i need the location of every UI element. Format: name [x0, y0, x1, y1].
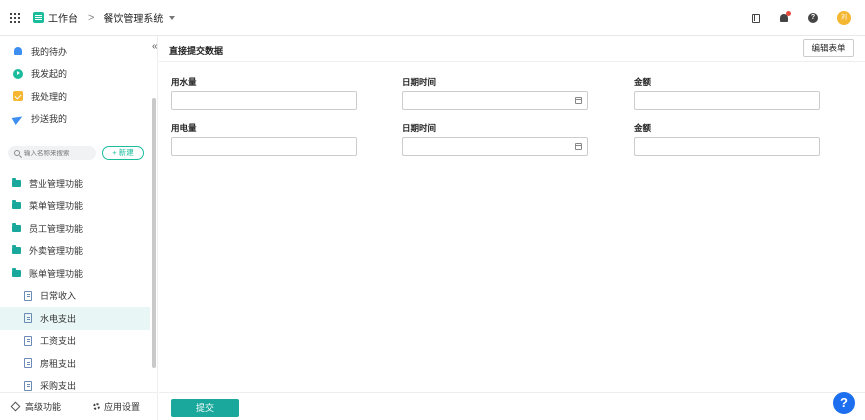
calendar-icon: [575, 143, 582, 150]
folder-label: 菜单管理功能: [29, 201, 84, 212]
field-amount: 金额: [634, 76, 820, 110]
send-icon: [11, 112, 24, 125]
nav-item-todo[interactable]: 我的待办: [0, 40, 157, 63]
form-item-active[interactable]: 水电支出: [0, 307, 150, 330]
electricity-usage-input[interactable]: [171, 137, 357, 156]
field-label: 金额: [634, 77, 652, 87]
folder-item[interactable]: 账单管理功能: [0, 262, 150, 285]
form-file-icon: [24, 358, 32, 369]
apps-grid-icon[interactable]: [10, 12, 20, 23]
field-amount: 金额: [634, 122, 820, 156]
cube-icon: [10, 401, 21, 412]
edit-form-button[interactable]: 编辑表单: [803, 39, 854, 57]
book-icon[interactable]: [752, 13, 760, 23]
bell-icon: [12, 46, 23, 57]
search-input[interactable]: [24, 149, 94, 157]
form-item[interactable]: 房租支出: [0, 352, 150, 375]
amount-input[interactable]: [634, 91, 820, 110]
app-settings-button[interactable]: 应用设置: [61, 400, 140, 413]
form-label: 采购支出: [40, 381, 77, 392]
folder-icon: [12, 245, 21, 255]
search-box[interactable]: [8, 146, 96, 160]
form-footer: 提交: [159, 392, 865, 420]
folder-label: 账单管理功能: [29, 268, 84, 279]
avatar[interactable]: 刘: [837, 11, 851, 25]
calendar-icon: [575, 97, 582, 104]
field-label: 日期时间: [402, 123, 437, 133]
new-button[interactable]: + 新建: [102, 146, 144, 160]
chevron-down-icon[interactable]: [169, 15, 176, 20]
field-electricity-usage: 用电量: [171, 122, 357, 156]
form-file-icon: [24, 335, 32, 346]
collapse-sidebar-icon[interactable]: «: [152, 41, 158, 52]
field-label: 用水量: [171, 77, 197, 87]
form-item[interactable]: 日常收入: [0, 285, 150, 308]
folder-icon: [12, 177, 21, 187]
field-datetime: 日期时间: [402, 122, 588, 156]
form-file-icon: [24, 313, 32, 324]
folder-icon: [12, 222, 21, 232]
search-icon: [14, 150, 20, 156]
nav-item-label: 抄送我的: [31, 114, 68, 125]
main-content: 直接提交数据 编辑表单 用水量 日期时间 金额 用电量 日期时间 金额 提交 ?: [159, 36, 865, 420]
help-icon[interactable]: ?: [808, 13, 818, 23]
form-label: 日常收入: [40, 291, 77, 302]
water-usage-input[interactable]: [171, 91, 357, 110]
advanced-label: 高级功能: [25, 402, 62, 412]
folder-label: 员工管理功能: [29, 223, 84, 234]
nav-item-initiated[interactable]: 我发起的: [0, 63, 157, 86]
sidebar: 我的待办 我发起的 我处理的 抄送我的 + 新建 营业管理功能 菜单管理功能: [0, 36, 158, 420]
advanced-features-button[interactable]: 高级功能: [0, 400, 61, 413]
app-logo-icon: [33, 12, 44, 23]
field-label: 用电量: [171, 123, 197, 133]
field-datetime: 日期时间: [402, 76, 588, 110]
breadcrumb-separator: >: [88, 11, 95, 24]
system-name[interactable]: 餐饮管理系统: [103, 10, 163, 25]
form-label: 房租支出: [40, 358, 77, 369]
form-label: 工资支出: [40, 336, 77, 347]
search-row: + 新建: [8, 146, 148, 160]
form-file-icon: [24, 380, 32, 391]
page-title: 直接提交数据: [169, 46, 224, 56]
workspace-link[interactable]: 工作台: [48, 10, 78, 25]
folder-item[interactable]: 外卖管理功能: [0, 240, 150, 263]
field-label: 金额: [634, 123, 652, 133]
folder-label: 营业管理功能: [29, 178, 84, 189]
datetime-input[interactable]: [402, 91, 588, 110]
nav-item-handled[interactable]: 我处理的: [0, 85, 157, 108]
field-label: 日期时间: [402, 77, 437, 87]
folder-item[interactable]: 营业管理功能: [0, 172, 150, 195]
form-file-icon: [24, 290, 32, 301]
check-icon: [12, 91, 23, 102]
app-tree: 营业管理功能 菜单管理功能 员工管理功能 外卖管理功能 账单管理功能 日常收入 …: [0, 172, 150, 397]
folder-icon: [12, 267, 21, 277]
amount-input[interactable]: [634, 137, 820, 156]
folder-item[interactable]: 菜单管理功能: [0, 195, 150, 218]
nav-item-label: 我处理的: [31, 91, 68, 102]
sidebar-footer: 高级功能 应用设置: [0, 392, 157, 420]
sidebar-scrollbar[interactable]: [152, 98, 156, 368]
folder-icon: [12, 200, 21, 210]
settings-label: 应用设置: [104, 402, 141, 412]
top-right-tools: ? 刘: [752, 0, 865, 36]
help-fab-icon[interactable]: ?: [833, 392, 855, 414]
nav-item-cc[interactable]: 抄送我的: [0, 108, 157, 131]
nav-item-label: 我发起的: [31, 69, 68, 80]
folder-item[interactable]: 员工管理功能: [0, 217, 150, 240]
field-water-usage: 用水量: [171, 76, 357, 110]
folder-label: 外卖管理功能: [29, 246, 84, 257]
top-bar: 工作台 > 餐饮管理系统 ? 刘: [0, 0, 865, 36]
gear-icon: [93, 403, 101, 410]
nav-item-label: 我的待办: [31, 46, 68, 57]
play-icon: [12, 68, 23, 79]
notification-bell-icon[interactable]: [780, 11, 791, 22]
datetime-input[interactable]: [402, 137, 588, 156]
submit-button[interactable]: 提交: [171, 399, 239, 417]
form-item[interactable]: 工资支出: [0, 330, 150, 353]
form-header: 直接提交数据 编辑表单: [159, 36, 865, 62]
form-label: 水电支出: [40, 313, 77, 324]
